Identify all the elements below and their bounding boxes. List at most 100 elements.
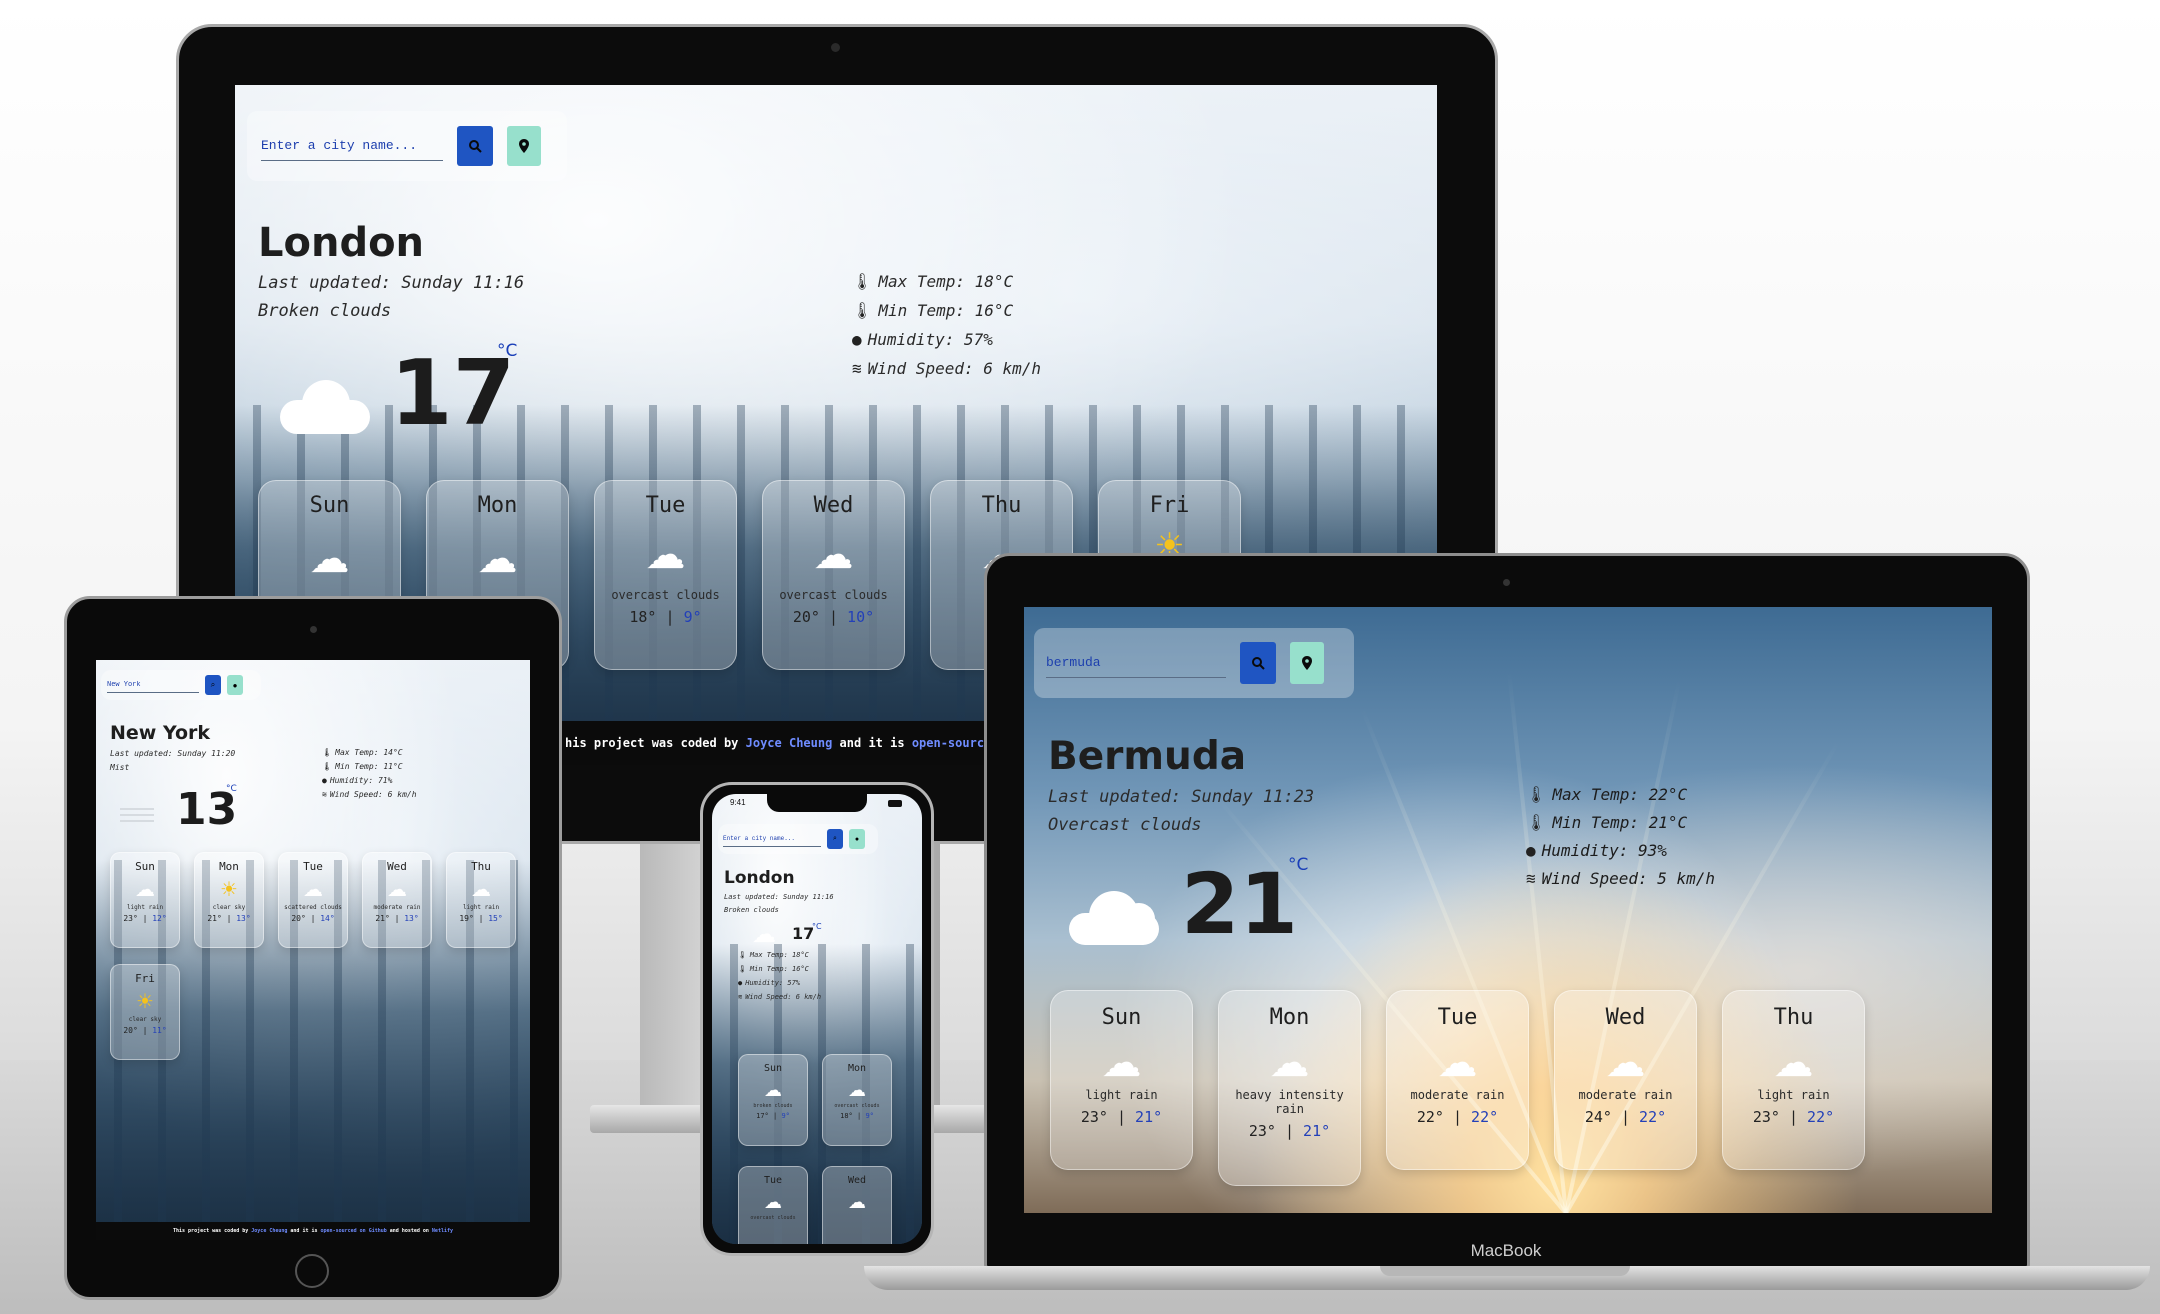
forecast-desc: overcast clouds [750,1215,796,1221]
forecast-day: Sun [763,1063,783,1074]
iphone-current-temp: 17 [792,924,815,943]
forecast-high: 24° [1584,1108,1612,1126]
forecast-day: Tue [645,493,686,518]
forecast-range: 23° | 21° [1080,1108,1163,1126]
forecast-desc: clear sky [128,1016,162,1023]
forecast-low: 22° [1471,1108,1499,1126]
forecast-desc: overcast clouds [611,588,720,602]
search-icon: ⌕ [210,680,216,689]
macbook-temp-unit: °C [1288,855,1309,875]
footer-text: and hosted on [386,1228,432,1234]
macbook-screen: Bermuda Last updated: Sunday 11:23 Overc… [1024,607,1992,1213]
forecast-desc: light rain [1757,1088,1830,1102]
ipad-search-input[interactable] [107,677,199,693]
forecast-low: 12° [152,914,167,923]
search-icon [469,140,482,153]
iphone-forecast-card: Mon ☁ overcast clouds 18° | 9° [822,1054,892,1146]
iphone-forecast-card: Tue ☁ overcast clouds [738,1166,808,1244]
imac-city-name: London [258,220,425,266]
imac-min-temp-text: Min Temp: 16°C [878,301,1014,320]
search-icon [1252,657,1265,670]
forecast-high: 18° [629,608,657,626]
imac-forecast-card: Wed ☁ overcast clouds 20° | 10° [762,480,905,670]
netlify-link[interactable]: Netlify [432,1228,453,1234]
ipad-location-button[interactable]: ● [227,675,243,695]
iphone-search-input[interactable] [723,831,821,847]
search-icon: ⌕ [833,835,837,842]
imac-location-button[interactable] [507,126,541,166]
iphone-location-button[interactable]: ● [849,829,865,849]
ipad-home-button[interactable] [295,1254,329,1288]
ipad-condition: Mist [110,763,130,772]
forecast-range: 19° | 15° [459,914,503,923]
macbook-search-bar [1034,628,1354,698]
forecast-day: Wed [387,860,407,873]
forecast-low: 22° [1807,1108,1835,1126]
macbook-notch [1380,1266,1630,1276]
iphone-screen: 9:41 ⌕ ● London Last updated: Sunday 11:… [712,794,922,1244]
iphone-wind: ≋ Wind Speed: 6 km/h [738,990,821,1004]
author-link[interactable]: Joyce Cheung [746,736,833,750]
iphone-status-battery-icon [888,800,902,807]
forecast-range: 23° | 12° [123,914,167,923]
location-pin-icon: ● [232,680,238,690]
github-link[interactable]: open-sourced on Github [321,1228,387,1234]
forecast-high: 23° [1752,1108,1780,1126]
forecast-high: 20° [792,608,820,626]
location-pin-icon [1302,656,1312,670]
imac-search-input[interactable] [261,131,443,161]
macbook-search-button[interactable] [1240,642,1276,684]
forecast-day: Thu [1773,1005,1814,1030]
forecast-high: 22° [1416,1108,1444,1126]
macbook-search-input[interactable] [1046,648,1226,678]
imac-wind: ≋ Wind Speed: 6 km/h [852,354,1041,383]
forecast-desc: clear sky [212,904,246,911]
forecast-range: 23° | 22° [1752,1108,1835,1126]
ipad-stats: 🌡 Max Temp: 14°C 🌡 Min Temp: 11°C ● Humidit… [322,746,417,802]
forecast-high: 21° [207,914,222,923]
forecast-day: Mon [219,860,239,873]
forecast-range: 22° | 22° [1416,1108,1499,1126]
ipad-forecast-card: Thu ☁ light rain 19° | 15° [446,852,516,948]
ipad-forecast-card: Mon ☀ clear sky 21° | 13° [194,852,264,948]
ipad-max-temp-text: Max Temp: 14°C [335,748,403,757]
cloud-icon: ☁ [848,1080,866,1100]
forecast-low: 14° [320,914,335,923]
forecast-range: 21° | 13° [207,914,251,923]
forecast-high: 21° [375,914,390,923]
ipad-last-updated: Last updated: Sunday 11:20 [110,749,236,758]
cloud-icon: ☁ [477,537,518,581]
forecast-day: Fri [135,972,155,985]
macbook-forecast-card: Tue ☁ moderate rain 22° | 22° [1386,990,1529,1170]
wind-icon: ≋ [1526,869,1536,888]
macbook-current-cloud-icon [1069,887,1165,947]
ipad-search-button[interactable]: ⌕ [205,675,221,695]
forecast-range: 17° | 9° [756,1112,790,1120]
iphone-search-button[interactable]: ⌕ [827,829,843,849]
forecast-high: 20° [291,914,306,923]
location-pin-icon: ● [854,835,860,843]
thermometer-down-icon: 🌡 [322,762,333,771]
cloud-icon: ☁ [813,533,854,577]
sun-icon: ☀ [136,991,154,1013]
iphone-stats: 🌡 Max Temp: 18°C 🌡 Min Temp: 16°C ● Humidit… [738,948,821,1004]
forecast-desc: overcast clouds [779,588,888,602]
forecast-low: 13° [236,914,251,923]
macbook-max-temp: 🌡 Max Temp: 22°C [1526,781,1715,809]
macbook-stats: 🌡 Max Temp: 22°C 🌡 Min Temp: 21°C ● Humidit… [1526,781,1715,893]
author-link[interactable]: Joyce Cheung [251,1228,287,1234]
ipad-forecast-card: Sun ☁ light rain 23° | 12° [110,852,180,948]
imac-temp-unit: °C [497,341,518,361]
ipad-min-temp-text: Min Temp: 11°C [335,762,403,771]
forecast-desc: light rain [462,904,500,911]
forecast-low: 22° [1639,1108,1667,1126]
forecast-range: 24° | 22° [1584,1108,1667,1126]
forecast-desc: moderate rain [1410,1088,1505,1102]
imac-search-button[interactable] [457,126,493,166]
macbook-location-button[interactable] [1290,642,1324,684]
iphone-city-name: London [724,868,795,888]
rain-cloud-icon: ☁ [1773,1041,1814,1085]
cloud-icon: ☁ [764,1080,782,1100]
forecast-day: Thu [981,493,1022,518]
forecast-day: Mon [477,493,518,518]
